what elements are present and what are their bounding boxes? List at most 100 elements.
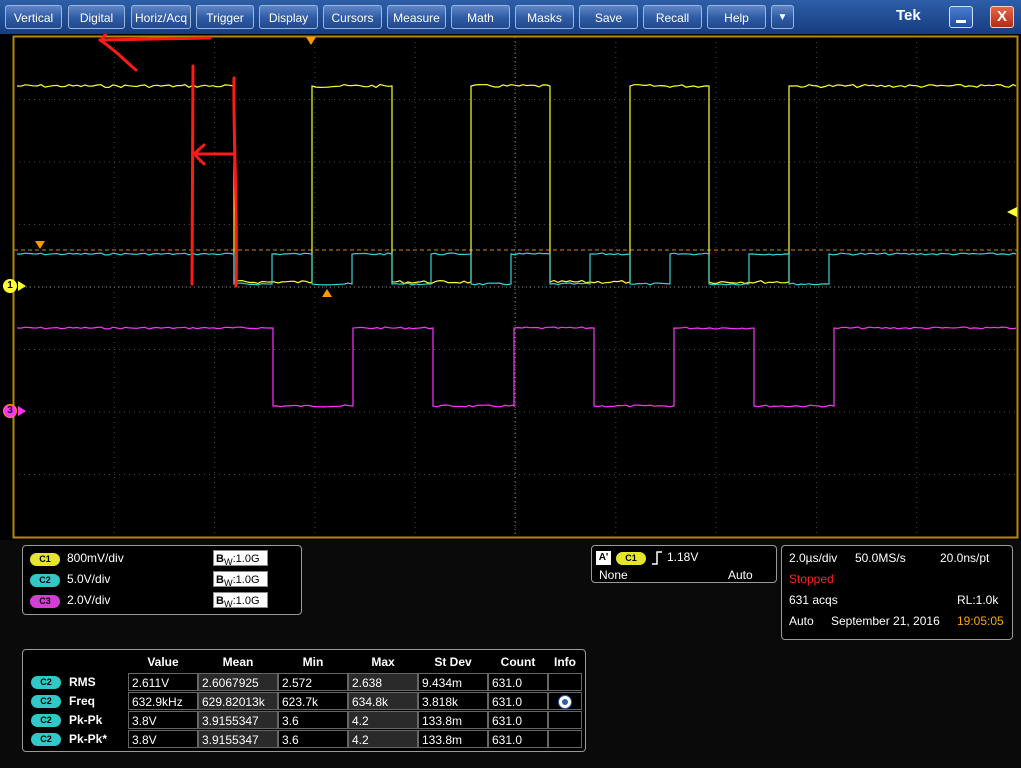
trigger-level-marker [35,241,45,249]
menu-vertical-button[interactable]: Vertical [5,5,62,29]
ch1-ground-marker[interactable]: 1 [3,279,17,293]
trigger-position-marker [306,37,316,45]
trigger-coupling: None [599,568,628,582]
ch3-arrow-icon [18,406,26,416]
measurement-source-badge[interactable]: C2 [31,676,61,689]
measurement-cell: 3.6 [278,711,348,729]
col-header-mean: Mean [222,655,254,669]
measurement-cell: 3.8V [128,711,198,729]
ch3-ground-marker[interactable]: 3 [3,404,17,418]
ch2-scale[interactable]: 5.0V/div [67,572,110,586]
info-icon[interactable] [558,695,572,709]
ch3-badge[interactable]: C3 [30,595,60,608]
bw-w: W [223,578,233,589]
red-annotation [98,34,238,288]
bw-value: :1.0G [232,574,260,586]
menu-math-button[interactable]: Math [451,5,510,29]
bw-value: :1.0G [232,595,260,607]
measurement-cell: 3.8V [128,730,198,748]
trigger-mode: Auto [728,568,753,582]
measurement-source-badge[interactable]: C2 [31,733,61,746]
date-display: September 21, 2016 [831,614,940,628]
measurement-cell: 631.0 [488,730,548,748]
measurement-name[interactable]: Pk-Pk* [69,732,107,746]
ch2-waveform [16,252,1017,286]
measurement-cell: 631.0 [488,711,548,729]
menu-help-button[interactable]: Help [707,5,766,29]
menu-recall-button[interactable]: Recall [643,5,702,29]
measurement-cell: 2.572 [278,673,348,691]
measurement-cell: 631.0 [488,692,548,710]
col-header-stdev: St Dev [434,655,472,669]
measurement-cell: 2.611V [128,673,198,691]
measurement-cell [548,711,582,729]
measurement-cell [548,730,582,748]
measurement-table[interactable]: Value Mean Min Max St Dev Count Info C2 R… [22,649,586,752]
measurement-cell: 9.434m [418,673,488,691]
menu-display-button[interactable]: Display [259,5,318,29]
trigger-a-badge: A' [596,551,611,565]
menu-trigger-button[interactable]: Trigger [196,5,254,29]
measurement-cell: 623.7k [278,692,348,710]
menu-masks-button[interactable]: Masks [515,5,574,29]
ch3-scale[interactable]: 2.0V/div [67,593,110,607]
bw-b: B [216,553,224,565]
close-button[interactable]: X [990,6,1014,28]
time-per-div: 2.0µs/div [789,551,838,565]
ch2-badge[interactable]: C2 [30,574,60,587]
measurement-cell: 3.818k [418,692,488,710]
ch1-arrow-icon [18,281,26,291]
menu-save-button[interactable]: Save [579,5,638,29]
col-header-count: Count [500,655,536,669]
measurement-cell: 3.6 [278,730,348,748]
measurement-source-badge[interactable]: C2 [31,695,61,708]
measurement-cell: 4.2 [348,730,418,748]
bw-b: B [216,595,224,607]
ch1-bandwidth[interactable]: BW:1.0G [213,550,268,568]
time-display: 19:05:05 [957,614,1004,628]
measurement-cell: 2.6067925 [198,673,278,691]
measurement-cell: 3.9155347 [198,730,278,748]
brand-logo: Tek [896,7,921,24]
ch1-badge[interactable]: C1 [30,553,60,566]
run-status: Stopped [789,572,834,586]
measurement-source-badge[interactable]: C2 [31,714,61,727]
waveform-graticule [12,34,1019,539]
ch2-bandwidth[interactable]: BW:1.0G [213,571,268,589]
bw-w: W [223,557,233,568]
acquisition-mode: Auto [789,614,814,628]
ch1-offscale-marker [1007,207,1017,217]
col-header-min: Min [302,655,324,669]
waveform-display[interactable]: 1 3 [0,34,1021,540]
menu-dropdown-button[interactable]: ▼ [771,5,794,29]
ch3-waveform [16,326,1017,408]
col-header-max: Max [371,655,395,669]
menu-bar: Vertical Digital Horiz/Acq Trigger Displ… [0,0,1021,34]
measurement-cell: 2.638 [348,673,418,691]
menu-measure-button[interactable]: Measure [387,5,446,29]
bw-w: W [223,599,233,610]
menu-cursors-button[interactable]: Cursors [323,5,382,29]
ch1-scale[interactable]: 800mV/div [67,551,124,565]
measurement-cell: 4.2 [348,711,418,729]
measurement-cell: 634.8k [348,692,418,710]
measurement-cell [548,692,582,710]
measurement-name[interactable]: Pk-Pk [69,713,102,727]
chevron-down-icon: ▼ [777,12,788,23]
menu-digital-button[interactable]: Digital [68,5,125,29]
time-per-point: 20.0ns/pt [940,551,990,565]
acquisition-count: 631 acqs [789,593,838,607]
menu-horiz-acq-button[interactable]: Horiz/Acq [131,5,191,29]
measurement-cell: 632.9kHz [128,692,198,710]
trigger-source-badge: C1 [616,552,646,565]
measurement-cell: 631.0 [488,673,548,691]
minimize-button[interactable] [949,6,973,28]
bw-value: :1.0G [232,553,260,565]
record-length: RL:1.0k [957,593,999,607]
col-header-value: Value [147,655,179,669]
rising-edge-icon [652,551,662,565]
minimize-icon [956,20,966,23]
measurement-name[interactable]: Freq [69,694,95,708]
ch3-bandwidth[interactable]: BW:1.0G [213,592,268,610]
measurement-name[interactable]: RMS [69,675,96,689]
